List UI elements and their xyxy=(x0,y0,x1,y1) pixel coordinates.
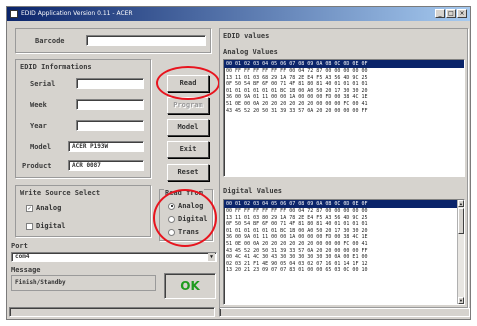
week-label: Week xyxy=(30,101,47,109)
port-select[interactable]: com4 ▼ xyxy=(11,252,217,262)
checkbox-empty-icon xyxy=(26,222,33,230)
message-label: Message xyxy=(11,266,41,274)
write-analog-checkbox[interactable]: ✓ Analog xyxy=(26,204,61,212)
write-analog-label: Analog xyxy=(36,204,62,212)
edid-info-group: EDID Informations Serial Week Year Model… xyxy=(15,59,151,178)
status-bar-right xyxy=(219,307,470,317)
serial-field[interactable] xyxy=(76,78,144,89)
digital-row: 13 11 01 03 80 29 1A 78 2E E4 F5 A3 56 4… xyxy=(226,214,368,221)
write-digital-label: Digital xyxy=(36,222,66,230)
analog-row: 13 11 01 03 68 29 1A 78 2E E4 F5 A3 56 4… xyxy=(226,74,368,81)
maximize-button[interactable]: □ xyxy=(446,9,456,18)
model-label: Model xyxy=(30,143,52,151)
model-field[interactable]: ACER P193W xyxy=(68,141,144,152)
status-ok-indicator: OK xyxy=(164,273,216,299)
radio-unselected-icon xyxy=(168,228,175,236)
model-value: ACER P193W xyxy=(72,143,109,150)
digital-row: 43 45 52 20 50 31 39 33 57 0A 20 20 00 0… xyxy=(226,247,368,254)
analog-values-title: Analog Values xyxy=(223,48,278,56)
analog-row: 01 01 01 01 01 01 BC 1B 00 A0 50 20 17 3… xyxy=(226,87,368,94)
program-button[interactable]: Program xyxy=(167,97,209,114)
digital-row: 00 4C 41 4C 30 43 30 30 30 30 30 30 0A 0… xyxy=(226,254,368,261)
digital-row: 0F 50 54 BF 6F 00 71 4F 81 80 81 40 01 0… xyxy=(226,221,368,228)
radio-selected-icon xyxy=(168,202,175,210)
digital-values-scrollbar[interactable]: ▲ ▼ xyxy=(457,200,464,304)
write-digital-checkbox[interactable]: Digital xyxy=(26,222,66,230)
year-label: Year xyxy=(30,122,47,130)
product-field[interactable]: ACR 0087 xyxy=(68,160,144,171)
scroll-up-icon[interactable]: ▲ xyxy=(458,200,464,207)
edid-info-title: EDID Informations xyxy=(20,63,92,71)
reset-button[interactable]: Reset xyxy=(167,164,209,181)
week-field[interactable] xyxy=(76,99,144,110)
close-button[interactable]: × xyxy=(457,9,467,18)
read-digital-label: Digital xyxy=(178,215,208,223)
barcode-group: Barcode xyxy=(15,28,211,53)
write-source-title: Write Source Select xyxy=(20,189,101,197)
radio-unselected-icon xyxy=(168,215,175,223)
digital-row: 13 20 21 23 09 07 07 83 01 00 00 65 03 0… xyxy=(226,267,368,274)
barcode-input[interactable] xyxy=(86,35,206,46)
minimize-button[interactable]: _ xyxy=(435,9,445,18)
scrollbar-thumb[interactable] xyxy=(458,208,464,234)
scroll-down-icon[interactable]: ▼ xyxy=(458,297,464,304)
read-button[interactable]: Read xyxy=(167,75,209,92)
product-label: Product xyxy=(22,162,52,170)
year-field[interactable] xyxy=(76,120,144,131)
status-bar xyxy=(9,307,215,317)
exit-button[interactable]: Exit xyxy=(167,141,209,158)
analog-values-table[interactable]: 00 01 02 03 04 05 06 07 08 09 0A 0B 0C 0… xyxy=(223,59,465,177)
read-trans-label: Trans xyxy=(178,228,200,236)
edid-values-group: EDID values Analog Values 00 01 02 03 04… xyxy=(219,28,468,308)
read-from-group: Read from Analog Digital Trans xyxy=(159,189,213,241)
app-icon xyxy=(10,10,18,18)
port-label: Port xyxy=(11,242,28,250)
barcode-label: Barcode xyxy=(35,37,65,45)
edid-values-title: EDID values xyxy=(223,32,270,40)
digital-row: 36 00 9A 01 11 00 00 1A 00 00 00 FD 00 3… xyxy=(226,234,368,241)
serial-label: Serial xyxy=(30,80,56,88)
digital-row: 02 03 21 F1 4E 90 05 04 03 02 07 16 01 1… xyxy=(226,260,368,267)
write-source-group: Write Source Select ✓ Analog Digital xyxy=(15,185,151,237)
digital-values-header: 00 01 02 03 04 05 06 07 08 09 0A 0B 0C 0… xyxy=(224,200,457,208)
checkbox-checked-icon: ✓ xyxy=(26,204,33,212)
analog-row: 0F 50 54 BF 6F 00 71 4F 81 80 81 40 01 0… xyxy=(226,81,368,88)
digital-row: 00 FF FF FF FF FF FF 00 04 72 87 00 00 0… xyxy=(226,208,368,214)
app-window: EDID Application Version 0.11 - ACER _ □… xyxy=(6,6,471,320)
analog-values-header: 00 01 02 03 04 05 06 07 08 09 0A 0B 0C 0… xyxy=(224,60,464,68)
message-value: Finish/Standby xyxy=(15,279,66,286)
read-digital-radio[interactable]: Digital xyxy=(168,215,208,223)
chevron-down-icon[interactable]: ▼ xyxy=(208,253,215,261)
digital-row: 51 0E 00 0A 20 20 20 20 20 20 00 00 00 F… xyxy=(226,240,368,247)
analog-row: 36 00 9A 01 11 00 00 1A 00 00 00 FD 00 3… xyxy=(226,94,368,101)
analog-row: 00 FF FF FF FF FF FF 00 04 72 87 00 00 0… xyxy=(226,68,368,74)
message-box: Finish/Standby xyxy=(11,275,156,291)
analog-row: 43 45 52 20 50 31 39 33 57 0A 20 20 00 0… xyxy=(226,107,368,114)
read-trans-radio[interactable]: Trans xyxy=(168,228,199,236)
product-value: ACR 0087 xyxy=(72,162,101,169)
window-title: EDID Application Version 0.11 - ACER xyxy=(21,10,133,17)
digital-values-table[interactable]: 00 01 02 03 04 05 06 07 08 09 0A 0B 0C 0… xyxy=(223,199,465,305)
model-button[interactable]: Model xyxy=(167,119,209,136)
port-value: com4 xyxy=(15,253,30,260)
read-from-title: Read from xyxy=(164,189,204,197)
digital-row: 01 01 01 01 01 01 BC 1B 00 A0 50 20 17 3… xyxy=(226,227,368,234)
digital-values-title: Digital Values xyxy=(223,187,283,195)
title-bar: EDID Application Version 0.11 - ACER _ □… xyxy=(7,7,470,21)
analog-row: 51 0E 00 0A 20 20 20 20 20 20 00 00 00 F… xyxy=(226,100,368,107)
window-controls: _ □ × xyxy=(435,9,467,18)
read-analog-radio[interactable]: Analog xyxy=(168,202,203,210)
read-analog-label: Analog xyxy=(178,202,204,210)
